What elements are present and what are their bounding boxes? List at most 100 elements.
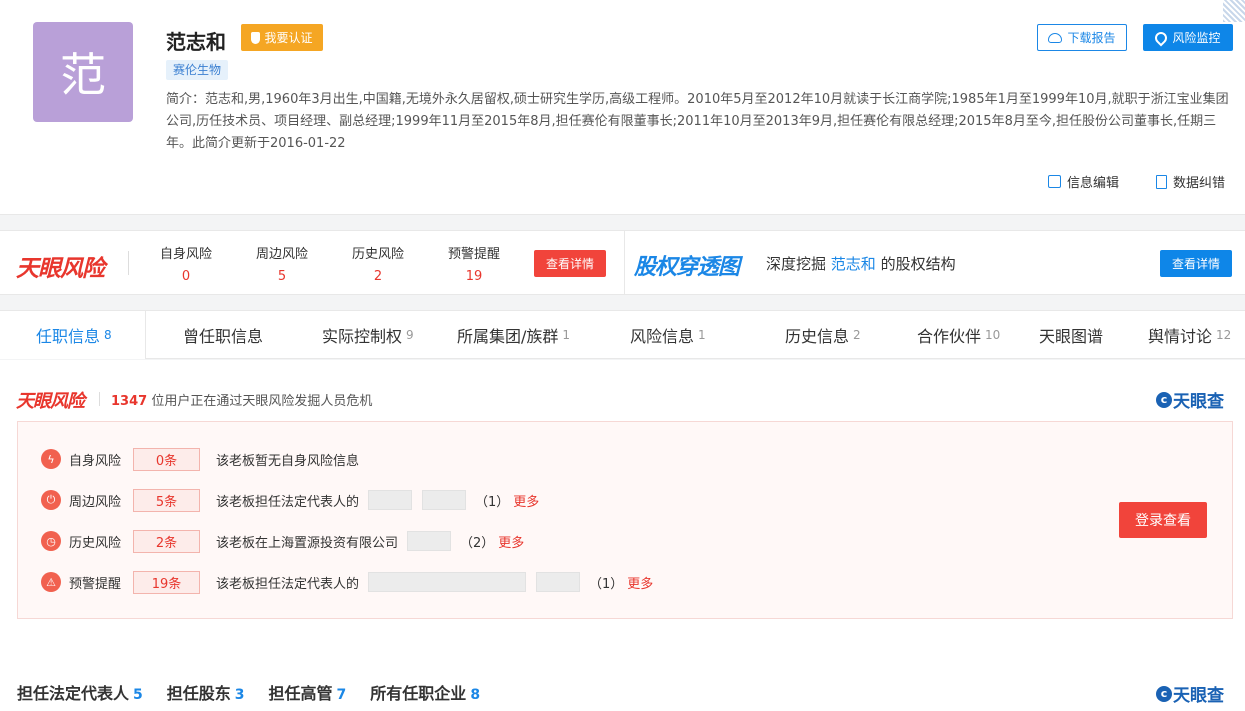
tab-risk-info[interactable]: 风险信息 1 — [630, 311, 706, 359]
tab-label: 任职信息 — [36, 327, 101, 346]
person-name: 范志和 — [166, 30, 226, 54]
risk-row-history: ◷ 历史风险 2条 该老板在上海置源投资有限公司 （2） 更多 — [41, 529, 524, 553]
more-link[interactable]: 更多 — [498, 532, 524, 551]
alarm-icon: ⚠ — [41, 572, 61, 592]
equity-detail-button[interactable]: 查看详情 — [1160, 250, 1232, 277]
tab-position-info[interactable]: 任职信息 8 — [36, 311, 112, 359]
stat-label: 历史风险 — [351, 247, 404, 262]
tab-public-opinion[interactable]: 舆情讨论 12 — [1148, 311, 1231, 359]
document-icon — [1156, 174, 1167, 189]
tab-label: 所属集团/族群 — [457, 327, 559, 346]
divider — [128, 251, 129, 275]
download-report-button[interactable]: 下载报告 — [1037, 24, 1127, 51]
blurred-company — [536, 572, 581, 592]
data-correction-link[interactable]: 数据纠错 — [1156, 172, 1225, 191]
subtab-count: 8 — [470, 687, 481, 703]
risk-row-paren: （1） — [589, 576, 624, 592]
stat-value: 0 — [181, 269, 191, 284]
company-tag[interactable]: 赛伦生物 — [166, 60, 229, 80]
equity-description: 深度挖掘 范志和 的股权结构 — [766, 253, 956, 274]
stat-value: 5 — [277, 269, 287, 284]
risk-row-paren: （2） — [460, 535, 495, 551]
logo-mark-icon: c — [1156, 685, 1172, 702]
stat-self-risk[interactable]: 自身风险 0 — [151, 243, 221, 284]
risk-monitor-button[interactable]: 风险监控 — [1143, 24, 1233, 51]
subtab-shareholder[interactable]: 担任股东 3 — [167, 680, 245, 704]
location-pin-icon — [1152, 29, 1170, 46]
risk-section-logo: 天眼风险 — [16, 391, 85, 412]
edit-icon — [1048, 175, 1061, 188]
subtab-label: 担任高管 — [268, 684, 333, 703]
users-number: 1347 — [111, 394, 148, 409]
tab-group[interactable]: 所属集团/族群 1 — [457, 311, 570, 359]
tab-label: 曾任职信息 — [183, 327, 264, 346]
risk-row-label: 自身风险 — [69, 453, 122, 469]
certify-button[interactable]: 我要认证 — [241, 24, 323, 51]
tab-count: 10 — [985, 328, 1001, 342]
risk-row-label: 周边风险 — [69, 494, 122, 510]
risk-row-desc: 该老板担任法定代表人的 — [216, 576, 360, 592]
tab-label: 历史信息 — [785, 327, 850, 346]
risk-row-count: 0条 — [133, 447, 200, 471]
tab-count: 9 — [406, 328, 414, 342]
equity-person-link[interactable]: 范志和 — [831, 255, 876, 273]
risk-row-desc: 该老板在上海置源投资有限公司 — [216, 535, 399, 551]
logo-mark-icon: c — [1156, 391, 1172, 408]
subtab-count: 3 — [234, 687, 245, 703]
tab-count: 2 — [853, 328, 861, 342]
tab-count: 1 — [562, 328, 571, 342]
tianyancha-logo: c 天眼查 — [1156, 387, 1224, 412]
subtab-label: 担任股东 — [166, 684, 231, 703]
subtab-count: 5 — [133, 687, 143, 703]
blurred-company — [422, 490, 467, 510]
certify-label: 我要认证 — [264, 31, 313, 45]
tab-former-positions[interactable]: 曾任职信息 — [183, 311, 263, 359]
users-text: 位用户正在通过天眼风险发掘人员危机 — [151, 394, 373, 409]
stat-history-risk[interactable]: 历史风险 2 — [343, 243, 413, 284]
more-link[interactable]: 更多 — [513, 491, 539, 510]
tab-count: 12 — [1216, 328, 1232, 342]
stat-surrounding-risk[interactable]: 周边风险 5 — [247, 243, 317, 284]
risk-row-label: 预警提醒 — [69, 576, 122, 592]
tab-count: 8 — [104, 328, 112, 342]
stat-warning[interactable]: 预警提醒 19 — [439, 243, 509, 284]
risk-detail-button[interactable]: 查看详情 — [534, 250, 606, 277]
subtab-executive[interactable]: 担任高管 7 — [269, 680, 347, 704]
position-subtabs: 担任法定代表人 5 担任股东 3 担任高管 7 所有任职企业 8 — [17, 680, 480, 704]
page: 范 范志和 我要认证 赛伦生物 简介：范志和,男,1960年3月出生,中国籍,无… — [0, 0, 1245, 711]
risk-brand-logo: 天眼风险 — [16, 256, 105, 282]
blurred-company — [368, 572, 527, 592]
risk-row-warning: ⚠ 预警提醒 19条 该老板担任法定代表人的 （1） 更多 — [41, 570, 653, 594]
risk-users-count: 1347 位用户正在通过天眼风险发掘人员危机 — [111, 390, 372, 409]
tab-actual-control[interactable]: 实际控制权 9 — [322, 311, 414, 359]
correct-label: 数据纠错 — [1173, 176, 1226, 191]
stat-value: 2 — [373, 269, 383, 284]
stat-value: 19 — [465, 269, 483, 284]
subtab-label: 担任法定代表人 — [17, 684, 130, 703]
risk-row-desc: 该老板担任法定代表人的 — [216, 494, 360, 510]
risk-row-paren: （1） — [475, 494, 510, 510]
risk-row-count: 19条 — [133, 570, 200, 594]
tab-label: 天眼图谱 — [1039, 327, 1104, 346]
stat-label: 周边风险 — [255, 247, 308, 262]
tab-graph[interactable]: 天眼图谱 — [1039, 311, 1103, 359]
risk-row-count: 2条 — [133, 529, 200, 553]
download-label: 下载报告 — [1067, 31, 1116, 45]
logo-text: 天眼查 — [1173, 686, 1224, 706]
risk-row-self: ϟ 自身风险 0条 该老板暂无自身风险信息 — [41, 447, 363, 471]
tab-label: 风险信息 — [630, 327, 695, 346]
subtab-legal-rep[interactable]: 担任法定代表人 5 — [17, 680, 143, 704]
tab-history-info[interactable]: 历史信息 2 — [785, 311, 861, 359]
risk-strip: 天眼风险 自身风险 0 周边风险 5 历史风险 2 预警提醒 19 查看详情 股… — [0, 230, 1245, 295]
login-view-button[interactable]: 登录查看 — [1119, 502, 1207, 538]
tab-partners[interactable]: 合作伙伴 10 — [917, 311, 1000, 359]
stat-label: 预警提醒 — [447, 247, 500, 262]
medal-icon — [251, 31, 261, 44]
lightning-icon: ϟ — [41, 449, 61, 469]
equity-prefix: 深度挖掘 — [766, 255, 827, 273]
subtab-all-companies[interactable]: 所有任职企业 8 — [370, 680, 480, 704]
logo-text: 天眼查 — [1173, 392, 1224, 412]
edit-info-link[interactable]: 信息编辑 — [1048, 172, 1119, 191]
corner-decoration — [1223, 0, 1245, 22]
more-link[interactable]: 更多 — [627, 573, 653, 592]
